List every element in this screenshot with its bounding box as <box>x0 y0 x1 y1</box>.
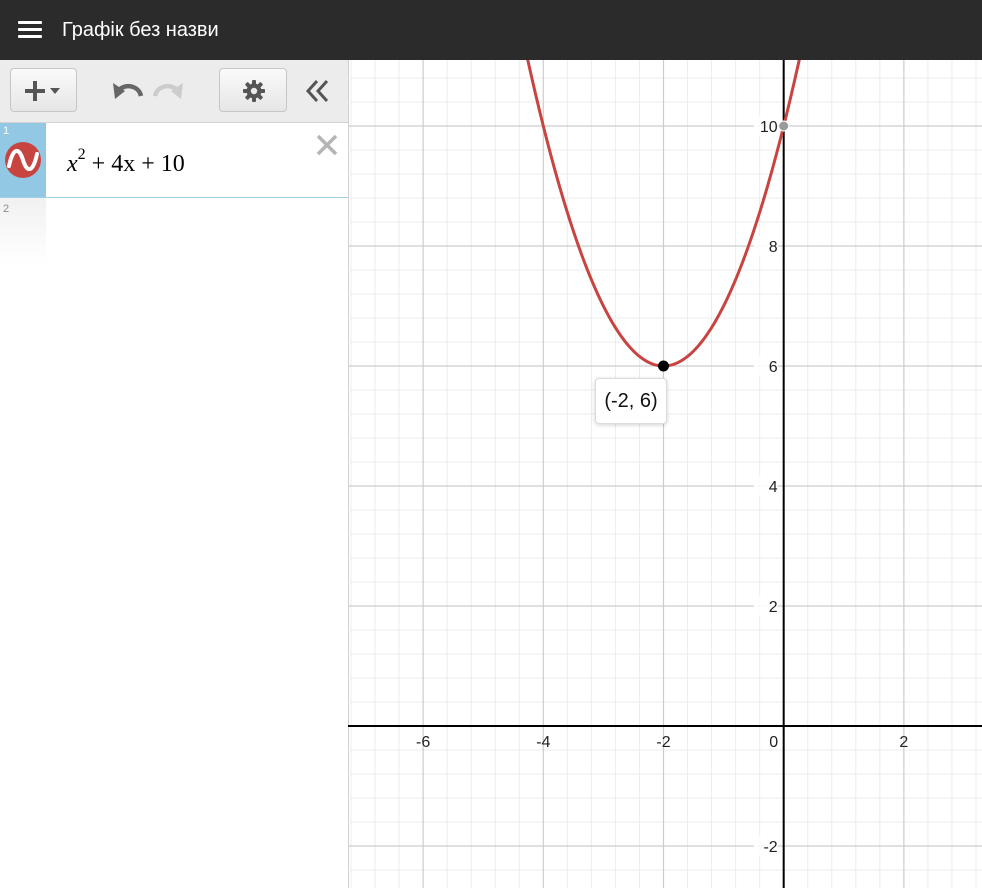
y-tick-label: 4 <box>769 479 778 496</box>
redo-icon <box>152 83 183 99</box>
y-tick-label: -2 <box>763 839 777 856</box>
y-tick-label: 2 <box>769 599 778 616</box>
x-tick-label: 0 <box>769 734 778 751</box>
y-tick-label: 8 <box>769 239 778 256</box>
expression-number: 2 <box>3 203 10 215</box>
graph-title[interactable]: Графік без назви <box>62 19 219 41</box>
x-tick-label: -2 <box>656 734 670 751</box>
close-icon <box>316 134 338 156</box>
y-tick-label: 10 <box>760 119 778 136</box>
gear-icon <box>243 80 265 102</box>
expression-number: 1 <box>3 125 10 137</box>
expression-base: x <box>67 151 78 177</box>
x-tick-label: -4 <box>536 734 550 751</box>
expression-rest: + 4x + 10 <box>85 151 185 177</box>
add-item-button[interactable] <box>10 68 77 112</box>
expression-panel: 1 x2 + 4x + 10 2 <box>0 60 349 888</box>
settings-button[interactable] <box>219 68 287 112</box>
collapse-panel-button[interactable] <box>300 74 336 108</box>
delete-expression-button[interactable] <box>314 132 340 158</box>
undo-button[interactable] <box>106 74 146 108</box>
app: Графік без назви 1 x2 + 4x + 10 2 -6 -4 … <box>0 0 982 888</box>
point-coordinate-label: (-2, 6) <box>595 378 667 424</box>
y-intercept-point <box>778 120 790 132</box>
graph-canvas[interactable]: -6 -4 -2 0 2 10 8 6 4 2 -2 (-2, 6) <box>348 60 982 888</box>
empty-expression-row[interactable]: 2 <box>0 198 348 264</box>
vertex-point <box>657 360 669 372</box>
x-tick-label: -6 <box>416 734 430 751</box>
y-tick-label: 6 <box>769 359 778 376</box>
expression-input[interactable]: x2 + 4x + 10 <box>67 146 185 178</box>
double-chevron-left-icon <box>305 79 329 103</box>
expression-exponent: 2 <box>77 146 86 163</box>
redo-button[interactable] <box>150 74 190 108</box>
plus-dropdown-icon <box>25 81 60 101</box>
undo-icon <box>113 83 144 99</box>
hamburger-menu-icon[interactable] <box>18 21 42 39</box>
x-tick-label: 2 <box>899 734 908 751</box>
top-header: Графік без назви <box>0 0 982 60</box>
expression-tab: 1 <box>0 123 46 197</box>
graph-wave-icon[interactable] <box>4 141 42 179</box>
graph-svg: -6 -4 -2 0 2 10 8 6 4 2 -2 <box>348 60 982 888</box>
expression-row[interactable]: 1 x2 + 4x + 10 <box>0 123 348 198</box>
expression-toolbar <box>0 60 348 123</box>
